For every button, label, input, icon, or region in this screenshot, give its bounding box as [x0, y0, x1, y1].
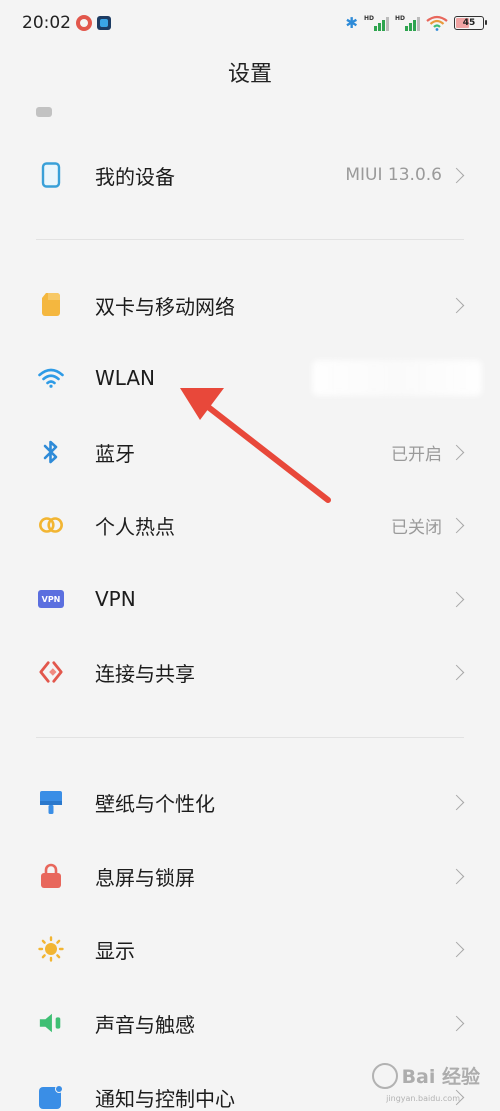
baidu-paw-icon — [371, 1062, 398, 1089]
row-label: 通知与控制中心 — [95, 1086, 235, 1111]
bluetooth-icon — [38, 439, 64, 465]
row-value: 已关闭 — [391, 517, 442, 538]
phone-icon — [38, 162, 64, 188]
divider — [36, 737, 464, 738]
connection-sharing-icon — [38, 659, 64, 685]
app-notification-icon — [97, 16, 111, 30]
row-sound[interactable]: 声音与触感 — [0, 987, 500, 1059]
redacted-value-blur — [312, 360, 482, 396]
row-label: 息屏与锁屏 — [95, 865, 195, 890]
hotspot-icon — [38, 512, 64, 538]
status-left: 20:02 — [22, 13, 111, 33]
row-label: 显示 — [95, 938, 135, 963]
watermark-sub: jingyan.baidu.com — [386, 1094, 460, 1103]
chevron-right-icon — [448, 517, 465, 533]
page-title: 设置 — [227, 62, 272, 87]
row-connection-sharing[interactable]: 连接与共享 — [0, 636, 500, 708]
chevron-right-icon — [448, 1015, 465, 1031]
chevron-right-icon — [448, 794, 465, 810]
row-label: 蓝牙 — [95, 441, 135, 466]
status-right: ✱ HD HD 45 — [345, 14, 487, 32]
chevron-right-icon — [448, 664, 465, 680]
chevron-right-icon — [448, 297, 465, 313]
row-value: 已开启 — [391, 444, 442, 465]
watermark-text: Bai 经验 — [401, 1066, 480, 1088]
chevron-right-icon — [448, 167, 465, 183]
battery-icon: 45 — [454, 16, 487, 30]
row-label: 声音与触感 — [95, 1012, 195, 1037]
signal-sim2-icon: HD — [395, 15, 420, 31]
partial-icon — [36, 107, 52, 117]
row-wallpaper[interactable]: 壁纸与个性化 — [0, 766, 500, 838]
chevron-right-icon — [448, 591, 465, 607]
row-value: MIUI 13.0.6 — [345, 165, 442, 185]
wifi-status-icon — [426, 15, 448, 31]
chevron-right-icon — [448, 941, 465, 957]
scrolled-row-partial — [36, 95, 52, 117]
lock-icon — [38, 863, 64, 889]
divider — [36, 239, 464, 240]
status-time: 20:02 — [22, 13, 71, 33]
vpn-icon: VPN — [38, 586, 64, 612]
row-vpn[interactable]: VPN VPN — [0, 563, 500, 635]
wallpaper-icon — [38, 789, 64, 815]
row-label: 个人热点 — [95, 514, 175, 539]
row-label: WLAN — [95, 366, 156, 390]
brightness-icon — [38, 936, 64, 962]
row-bluetooth[interactable]: 蓝牙 已开启 — [0, 416, 500, 488]
signal-sim1-icon: HD — [364, 15, 389, 31]
row-label: VPN — [95, 587, 136, 611]
alarm-clock-icon — [76, 15, 92, 31]
chevron-right-icon — [448, 868, 465, 884]
row-my-device[interactable]: 我的设备 MIUI 13.0.6 — [0, 139, 500, 211]
row-lock-screen[interactable]: 息屏与锁屏 — [0, 840, 500, 912]
row-display[interactable]: 显示 — [0, 913, 500, 985]
bluetooth-status-icon: ✱ — [345, 14, 358, 32]
row-hotspot[interactable]: 个人热点 已关闭 — [0, 489, 500, 561]
row-label: 壁纸与个性化 — [95, 791, 215, 816]
row-dual-sim[interactable]: 双卡与移动网络 — [0, 269, 500, 341]
speaker-icon — [38, 1010, 64, 1036]
baidu-watermark: Bai 经验 — [371, 1062, 480, 1089]
notification-icon — [38, 1084, 64, 1110]
row-label: 双卡与移动网络 — [95, 294, 235, 319]
chevron-right-icon — [448, 444, 465, 460]
sim-card-icon — [38, 292, 64, 318]
status-bar: 20:02 ✱ HD HD 45 — [0, 0, 500, 46]
wifi-icon — [38, 365, 64, 391]
row-label: 连接与共享 — [95, 661, 195, 686]
row-label: 我的设备 — [95, 164, 175, 189]
vpn-badge: VPN — [38, 590, 64, 608]
